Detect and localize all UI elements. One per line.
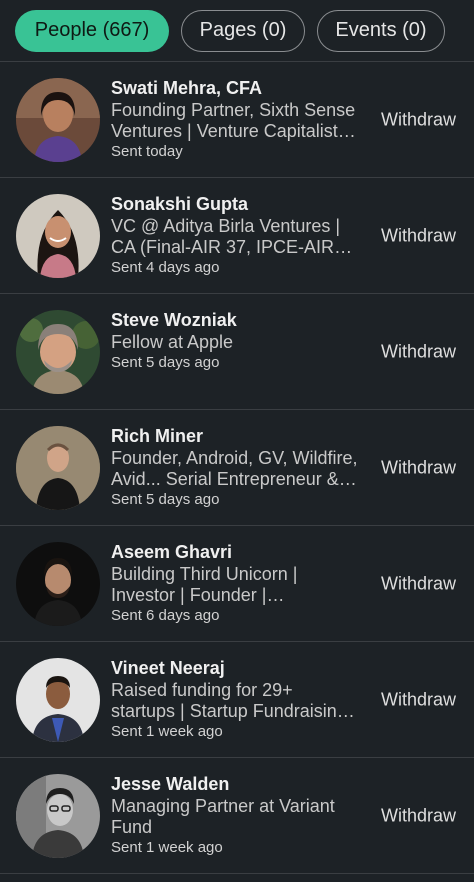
avatar[interactable] xyxy=(16,426,100,510)
member-headline: Raised funding for 29+ startups | Startu… xyxy=(111,680,355,721)
member-name[interactable]: Swati Mehra, CFA xyxy=(111,76,361,100)
member-headline: VC @ Aditya Birla Ventures | CA (Final-A… xyxy=(111,216,341,257)
sent-time: Sent 5 days ago xyxy=(111,491,220,508)
tab-people[interactable]: People (667) xyxy=(15,9,169,52)
avatar[interactable] xyxy=(16,774,100,858)
invitation-tabs: People (667) Pages (0) Events (0) xyxy=(0,0,474,62)
member-name[interactable]: Vineet Neeraj xyxy=(111,656,361,680)
avatar[interactable] xyxy=(16,310,100,394)
withdraw-button[interactable]: Withdraw xyxy=(381,457,456,478)
invitation-row[interactable]: Steve Wozniak Fellow at Apple Sent 5 day… xyxy=(0,294,474,410)
invitation-row[interactable]: Sonakshi Gupta VC @ Aditya Birla Venture… xyxy=(0,178,474,294)
member-name[interactable]: Aseem Ghavri xyxy=(111,540,361,564)
withdraw-button[interactable]: Withdraw xyxy=(381,573,456,594)
invitation-row[interactable]: Vineet Neeraj Raised funding for 29+ sta… xyxy=(0,642,474,758)
withdraw-button[interactable]: Withdraw xyxy=(381,689,456,710)
member-headline: Founder, Android, GV, Wildfire, Avid... … xyxy=(111,448,358,489)
invitation-row[interactable]: Jesse Walden Managing Partner at Variant… xyxy=(0,758,474,874)
sent-time: Sent 6 days ago xyxy=(111,607,220,624)
member-name[interactable]: Rich Miner xyxy=(111,424,361,448)
sent-time: Sent 1 week ago xyxy=(111,839,223,856)
tab-pages[interactable]: Pages (0) xyxy=(181,9,305,52)
member-headline: Founding Partner, Sixth Sense Ventures |… xyxy=(111,100,356,141)
withdraw-button[interactable]: Withdraw xyxy=(381,805,456,826)
avatar[interactable] xyxy=(16,194,100,278)
invitation-row[interactable]: Swati Mehra, CFA Founding Partner, Sixth… xyxy=(0,62,474,178)
withdraw-button[interactable]: Withdraw xyxy=(381,225,456,246)
invitation-row[interactable]: Aseem Ghavri Building Third Unicorn | In… xyxy=(0,526,474,642)
member-name[interactable]: Jesse Walden xyxy=(111,772,361,796)
avatar[interactable] xyxy=(16,658,100,742)
member-headline: Fellow at Apple xyxy=(111,332,234,352)
withdraw-button[interactable]: Withdraw xyxy=(381,341,456,362)
sent-time: Sent today xyxy=(111,143,183,160)
member-headline: Building Third Unicorn | Investor | Foun… xyxy=(111,564,298,605)
sent-time: Sent 4 days ago xyxy=(111,259,220,276)
member-name[interactable]: Sonakshi Gupta xyxy=(111,192,361,216)
avatar[interactable] xyxy=(16,78,100,162)
avatar[interactable] xyxy=(16,542,100,626)
tab-events[interactable]: Events (0) xyxy=(317,9,445,52)
member-name[interactable]: Steve Wozniak xyxy=(111,308,361,332)
sent-time: Sent 5 days ago xyxy=(111,354,220,371)
sent-invitations-list: Swati Mehra, CFA Founding Partner, Sixth… xyxy=(0,62,474,874)
member-headline: Managing Partner at Variant Fund xyxy=(111,796,335,837)
invitation-row[interactable]: Rich Miner Founder, Android, GV, Wildfir… xyxy=(0,410,474,526)
sent-time: Sent 1 week ago xyxy=(111,723,223,740)
withdraw-button[interactable]: Withdraw xyxy=(381,109,456,130)
